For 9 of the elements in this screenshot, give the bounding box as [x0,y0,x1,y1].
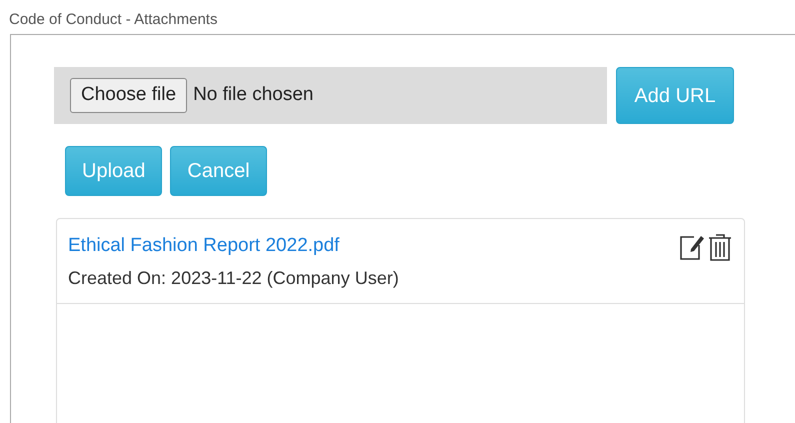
upload-button[interactable]: Upload [65,146,162,196]
choose-file-button[interactable]: Choose file [70,78,188,113]
cancel-button[interactable]: Cancel [170,146,267,196]
window-title: Code of Conduct - Attachments [8,10,218,30]
attachment-link[interactable]: Ethical Fashion Report 2022.pdf [68,235,340,256]
add-url-button[interactable]: Add URL [616,67,734,124]
file-status: No file chosen [193,83,314,108]
delete-icon[interactable] [707,232,733,262]
attachment-meta: Created On: 2023-11-22 (Company User) [68,266,399,290]
